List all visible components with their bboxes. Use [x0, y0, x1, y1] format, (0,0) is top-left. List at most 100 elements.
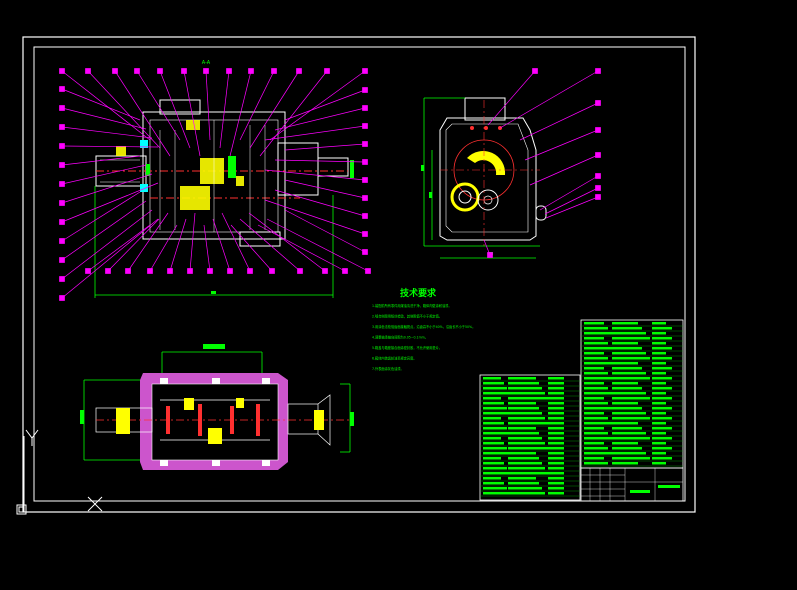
table-cell: [652, 347, 672, 350]
tech-req-title: 技术要求: [400, 287, 437, 299]
callout-balloon: [324, 68, 330, 74]
table-cell: [584, 437, 612, 440]
table-cell: [548, 472, 564, 475]
table-cell: [612, 457, 650, 460]
title-block-name: [630, 490, 650, 493]
callout-balloon: [362, 68, 368, 74]
table-cell: [652, 442, 666, 445]
table-cell: [652, 392, 666, 395]
table-cell: [483, 437, 501, 440]
table-cell: [548, 492, 564, 495]
callout-balloon: [59, 219, 65, 225]
table-cell: [483, 412, 510, 415]
table-cell: [584, 392, 612, 395]
table-cell: [483, 392, 510, 395]
table-cell: [612, 427, 642, 430]
table-cell: [584, 322, 604, 325]
table-cell: [483, 382, 504, 385]
table-cell: [584, 457, 604, 460]
table-cell: [584, 447, 608, 450]
table-cell: [584, 367, 604, 370]
table-cell: [584, 347, 612, 350]
table-cell: [508, 437, 542, 440]
table-cell: [584, 382, 604, 385]
tech-req-item: 7.外表面涂灰色油漆。: [372, 366, 404, 371]
table-cell: [548, 487, 564, 490]
table-cell: [548, 467, 564, 470]
table-cell: [508, 477, 536, 480]
table-cell: [508, 402, 536, 405]
table-cell: [612, 327, 642, 330]
tech-req-item: 2.啮合侧隙用铅丝检验，其侧隙值不小于规定值。: [372, 314, 442, 319]
table-cell: [612, 432, 646, 435]
table-cell: [652, 337, 672, 340]
table-cell: [652, 422, 666, 425]
cad-drawing-canvas[interactable]: A-A 技术要求 1.装配前所有零件用煤油清洗干净，箱体内壁涂耐油漆。2.啮合侧…: [0, 0, 797, 590]
table-cell: [548, 457, 564, 460]
callout-balloon: [247, 268, 253, 274]
table-cell: [508, 427, 536, 430]
title-block-name: [658, 485, 680, 488]
table-cell: [652, 437, 672, 440]
table-cell: [548, 382, 564, 385]
table-cell: [584, 452, 612, 455]
callout-balloon: [248, 68, 254, 74]
callout-balloon: [134, 68, 140, 74]
table-cell: [612, 407, 642, 410]
callout-balloon: [362, 177, 368, 183]
callout-balloon: [226, 68, 232, 74]
table-cell: [548, 402, 564, 405]
table-cell: [483, 387, 507, 390]
table-cell: [612, 447, 642, 450]
table-cell: [652, 352, 666, 355]
table-cell: [508, 452, 536, 455]
table-cell: [612, 397, 650, 400]
table-cell: [548, 407, 564, 410]
table-cell: [612, 412, 646, 415]
table-cell: [548, 392, 564, 395]
callout-balloon: [112, 68, 118, 74]
callout-balloon: [296, 68, 302, 74]
callout-balloon: [362, 249, 368, 255]
callout-balloon: [59, 124, 65, 130]
tech-req-item: 3.用涂色法检验齿面接触斑点，沿齿高不小于40%，沿齿长不小于50%。: [372, 324, 475, 329]
table-cell: [612, 452, 646, 455]
callout-balloon: [157, 68, 163, 74]
table-cell: [584, 397, 604, 400]
table-cell: [548, 477, 564, 480]
table-cell: [548, 422, 564, 425]
callout-balloon: [59, 295, 65, 301]
table-cell: [483, 427, 507, 430]
table-cell: [612, 362, 638, 365]
callout-balloon: [322, 268, 328, 274]
table-cell: [612, 357, 650, 360]
table-cell: [548, 442, 564, 445]
table-cell: [652, 332, 666, 335]
table-cell: [548, 417, 564, 420]
table-cell: [612, 377, 650, 380]
callout-balloon: [187, 268, 193, 274]
table-cell: [652, 342, 666, 345]
callout-balloon: [59, 162, 65, 168]
callout-balloon: [297, 268, 303, 274]
table-cell: [508, 412, 542, 415]
table-cell: [612, 382, 638, 385]
table-cell: [584, 332, 612, 335]
callout-balloon: [362, 141, 368, 147]
table-cell: [612, 337, 650, 340]
table-cell: [508, 482, 539, 485]
table-cell: [508, 377, 536, 380]
table-cell: [584, 462, 608, 465]
table-cell: [508, 467, 545, 470]
table-cell: [483, 442, 504, 445]
table-cell: [584, 357, 608, 360]
table-cell: [548, 462, 564, 465]
table-cell: [612, 392, 646, 395]
table-cell: [483, 487, 507, 490]
tech-req-item: 4.调整轴承轴向间隙为0.05~0.1mm。: [372, 335, 428, 340]
callout-balloon: [207, 268, 213, 274]
table-cell: [584, 352, 604, 355]
table-cell: [483, 432, 510, 435]
table-cell: [483, 457, 501, 460]
table-cell: [612, 437, 650, 440]
